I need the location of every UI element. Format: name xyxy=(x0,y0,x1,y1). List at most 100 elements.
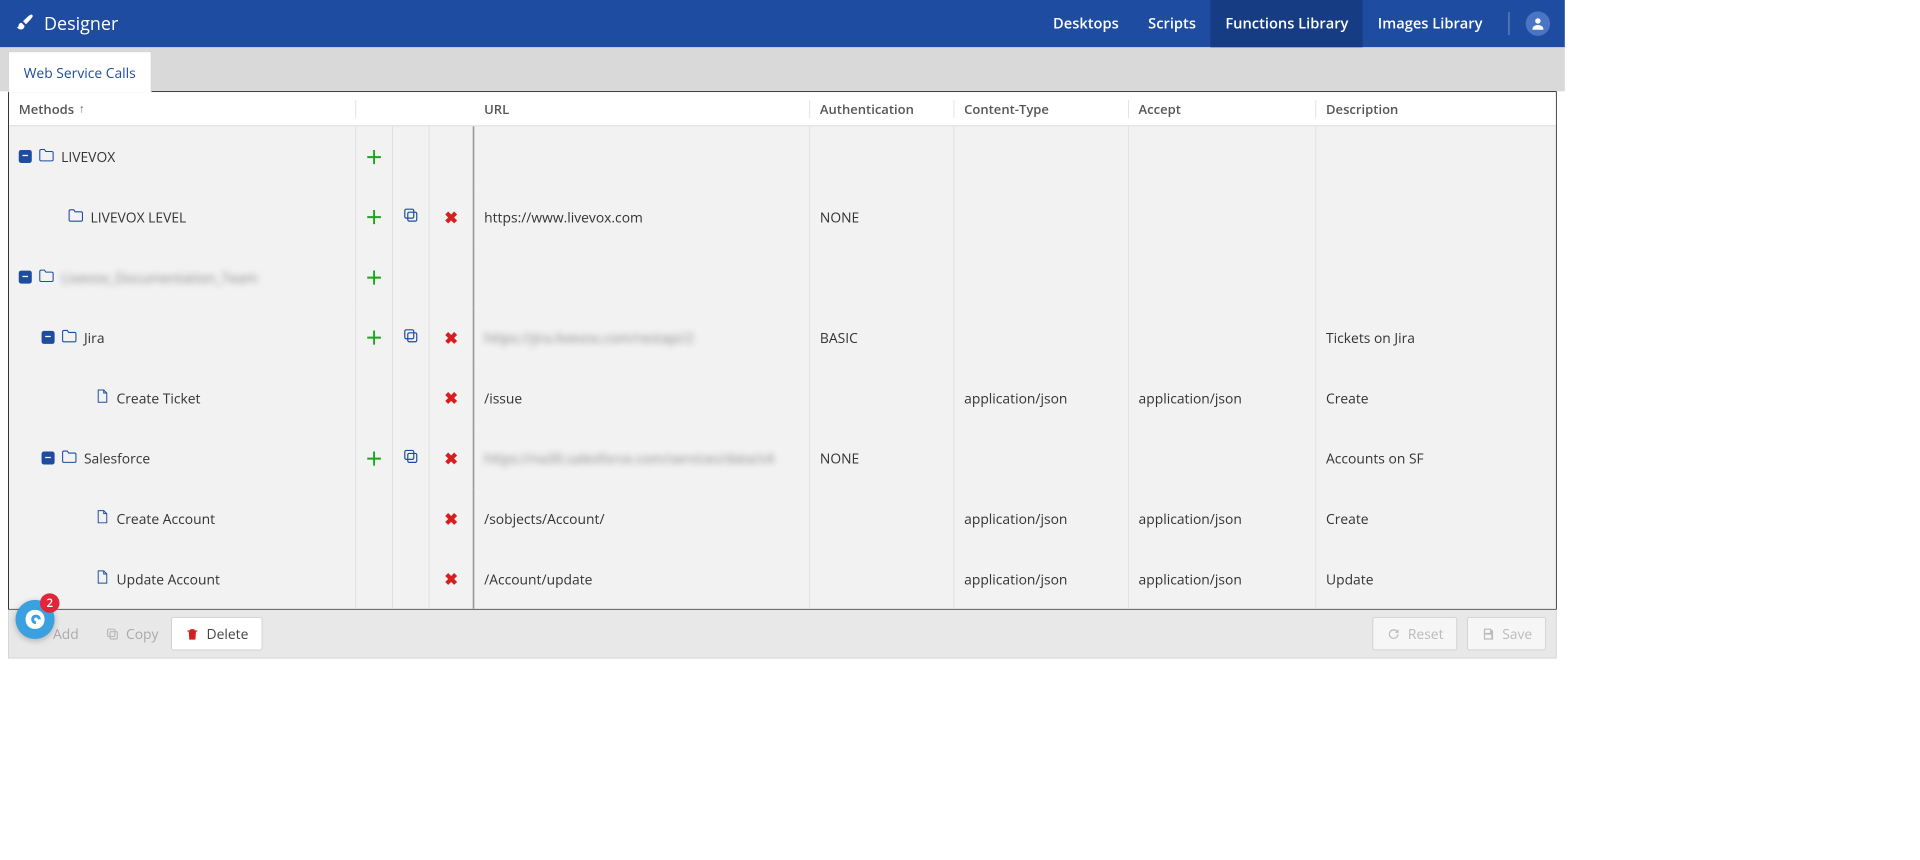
url-cell: /sobjects/Account/ xyxy=(474,488,810,548)
collapse-toggle[interactable]: − xyxy=(19,271,32,284)
auth-cell xyxy=(810,548,954,608)
table-row[interactable]: −Salesforce＋✖https://na30.salesforce.com… xyxy=(9,428,1556,488)
add-icon[interactable]: ＋ xyxy=(365,445,383,471)
delete-icon[interactable]: ✖ xyxy=(444,507,458,529)
methods-cell: LIVEVOX LEVEL xyxy=(9,187,356,247)
table-row[interactable]: Create Account ✖ /sobjects/Account/applica… xyxy=(9,488,1556,548)
row-add-cell xyxy=(356,548,393,608)
col-url[interactable]: URL xyxy=(474,100,810,118)
table-row[interactable]: − Livevox_Documentation_Team ＋ xyxy=(9,247,1556,307)
row-label: LIVEVOX xyxy=(61,147,115,166)
description-cell xyxy=(1316,247,1556,307)
accept-cell xyxy=(1129,126,1316,186)
row-delete-cell xyxy=(430,126,475,186)
row-delete-cell: ✖ xyxy=(430,488,475,548)
delete-icon[interactable]: ✖ xyxy=(444,447,458,469)
description-cell: Accounts on SF xyxy=(1316,428,1556,488)
row-add-cell: ＋ xyxy=(356,126,393,186)
col-methods-label: Methods xyxy=(19,100,74,118)
reset-button[interactable]: Reset xyxy=(1373,617,1458,650)
url-cell xyxy=(474,247,810,307)
add-icon[interactable]: ＋ xyxy=(365,324,383,350)
url-cell: https://www.livevox.com xyxy=(474,187,810,247)
row-label: LIVEVOX LEVEL xyxy=(90,207,186,226)
content-type-cell: application/json xyxy=(954,488,1128,548)
copy-icon[interactable] xyxy=(402,206,420,228)
methods-cell: − LIVEVOX xyxy=(9,126,356,186)
save-button[interactable]: Save xyxy=(1467,617,1546,650)
methods-table: Methods ↑ URL Authentication Content-Typ… xyxy=(8,91,1557,609)
row-delete-cell: ✖ xyxy=(430,548,475,608)
content-type-cell xyxy=(954,307,1128,367)
delete-icon[interactable]: ✖ xyxy=(444,387,458,409)
auth-cell xyxy=(810,247,954,307)
collapse-toggle[interactable]: − xyxy=(19,150,32,163)
folder-icon xyxy=(38,147,54,166)
copy-icon[interactable] xyxy=(402,447,420,469)
table-body: − LIVEVOX ＋ LIVEVOX LEVEL ＋ ✖ https://www.live… xyxy=(9,126,1556,608)
copy-icon[interactable] xyxy=(402,326,420,348)
description-cell: Create xyxy=(1316,488,1556,548)
row-label: Create Account xyxy=(117,509,215,528)
table-header-row: Methods ↑ URL Authentication Content-Typ… xyxy=(9,92,1556,126)
col-description[interactable]: Description xyxy=(1316,100,1556,118)
accept-cell xyxy=(1129,428,1316,488)
row-delete-cell: ✖ xyxy=(430,428,475,488)
table-row[interactable]: −Jira＋✖https://jira.livevox.com/restapi/… xyxy=(9,307,1556,367)
table-row[interactable]: Create Ticket✖/issueapplication/jsonappl… xyxy=(9,368,1556,428)
folder-icon xyxy=(61,328,77,347)
methods-cell: Create Account xyxy=(9,488,356,548)
url-cell xyxy=(474,126,810,186)
accept-cell: application/json xyxy=(1129,488,1316,548)
collapse-toggle[interactable]: − xyxy=(42,331,55,344)
auth-cell: NONE xyxy=(810,187,954,247)
tab-web-service-calls[interactable]: Web Service Calls xyxy=(8,51,151,92)
add-button-label: Add xyxy=(53,624,79,643)
add-icon[interactable]: ＋ xyxy=(365,143,383,169)
description-cell: Create xyxy=(1316,368,1556,428)
row-delete-cell xyxy=(430,247,475,307)
col-auth[interactable]: Authentication xyxy=(810,100,954,118)
nav-desktops[interactable]: Desktops xyxy=(1038,0,1133,47)
copy-button[interactable]: Copy xyxy=(92,618,172,650)
table-row[interactable]: LIVEVOX LEVEL ＋ ✖ https://www.livevox.comNO… xyxy=(9,187,1556,247)
row-copy-cell xyxy=(393,548,430,608)
nav-functions-library[interactable]: Functions Library xyxy=(1211,0,1363,47)
col-content-type[interactable]: Content-Type xyxy=(954,100,1128,118)
delete-button[interactable]: Delete xyxy=(171,617,262,650)
nav-scripts[interactable]: Scripts xyxy=(1133,0,1210,47)
user-avatar[interactable] xyxy=(1526,11,1550,35)
content-type-cell: application/json xyxy=(954,548,1128,608)
app-title: Designer xyxy=(44,11,118,35)
col-methods[interactable]: Methods ↑ xyxy=(9,100,356,118)
delete-icon[interactable]: ✖ xyxy=(444,326,458,348)
floating-widget[interactable]: 2 xyxy=(15,600,54,639)
description-cell xyxy=(1316,126,1556,186)
collapse-toggle[interactable]: − xyxy=(42,452,55,465)
delete-icon[interactable]: ✖ xyxy=(444,568,458,590)
row-copy-cell xyxy=(393,368,430,428)
add-icon[interactable]: ＋ xyxy=(365,264,383,290)
row-label: Livevox_Documentation_Team xyxy=(61,268,258,287)
methods-cell: Update Account xyxy=(9,548,356,608)
row-add-cell xyxy=(356,368,393,428)
copy-button-label: Copy xyxy=(126,624,158,643)
footer-toolbar: 2 Add Copy Delete Reset Save xyxy=(8,610,1557,659)
table-row[interactable]: Update Account✖/Account/updateapplicatio… xyxy=(9,548,1556,608)
row-copy-cell xyxy=(393,488,430,548)
description-cell: Update xyxy=(1316,548,1556,608)
table-row[interactable]: − LIVEVOX ＋ xyxy=(9,126,1556,186)
row-add-cell: ＋ xyxy=(356,428,393,488)
row-copy-cell xyxy=(393,187,430,247)
save-button-label: Save xyxy=(1502,624,1532,643)
col-accept[interactable]: Accept xyxy=(1129,100,1316,118)
copy-icon xyxy=(105,626,120,641)
content-type-cell xyxy=(954,247,1128,307)
delete-icon[interactable]: ✖ xyxy=(444,206,458,228)
url-cell: https://jira.livevox.com/restapi/2 xyxy=(474,307,810,367)
accept-cell xyxy=(1129,187,1316,247)
content-type-cell: application/json xyxy=(954,368,1128,428)
nav-images-library[interactable]: Images Library xyxy=(1363,0,1497,47)
add-icon[interactable]: ＋ xyxy=(365,204,383,230)
methods-cell: −Salesforce xyxy=(9,428,356,488)
